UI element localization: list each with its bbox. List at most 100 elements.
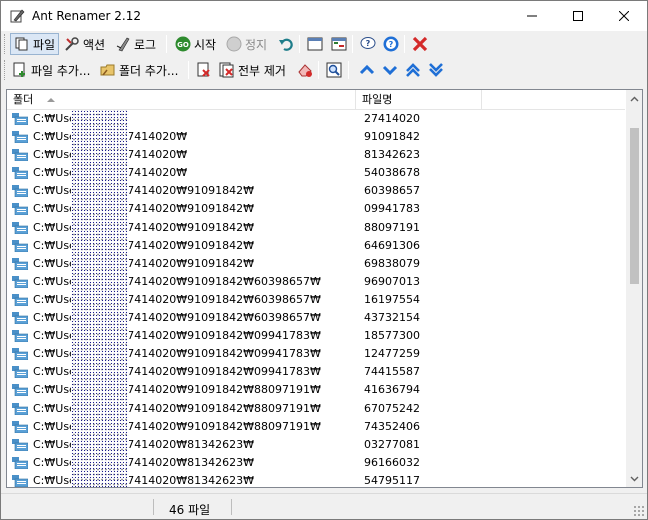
file-item-icon — [12, 384, 28, 397]
options-button[interactable] — [328, 33, 350, 55]
undo-icon — [279, 38, 293, 51]
title-bar: Ant Renamer 2.12 — [1, 1, 647, 31]
redaction-noise — [71, 110, 129, 487]
file-item-icon — [12, 402, 28, 415]
app-window: Ant Renamer 2.12 파일 액션 로그 GO 시작 정지 ? ? 파… — [0, 0, 648, 520]
tab-log[interactable]: 로그 — [112, 33, 159, 55]
folder-path: C:₩Use sktop₩27414020₩91091842₩ — [33, 238, 255, 252]
tab-actions[interactable]: 액션 — [61, 33, 108, 55]
remove-file-icon — [197, 62, 210, 77]
remove-selected-button[interactable] — [193, 59, 215, 81]
file-item-icon — [12, 348, 28, 361]
exit-x-icon — [412, 36, 428, 52]
vertical-scrollbar[interactable] — [625, 90, 642, 487]
file-item-icon — [12, 330, 28, 343]
move-bottom-button[interactable] — [425, 59, 447, 81]
maximize-icon — [573, 11, 583, 21]
file-name: 96907013 — [364, 274, 420, 288]
add-folders-label: 폴더 추가... — [119, 63, 179, 78]
help-button[interactable]: ? — [380, 33, 402, 55]
close-icon — [619, 11, 629, 21]
undo-button[interactable] — [275, 33, 297, 55]
file-item-icon — [12, 239, 28, 252]
preview-button[interactable] — [323, 59, 345, 81]
go-icon: GO — [175, 36, 191, 52]
ant-renamer-app-icon — [10, 9, 25, 23]
add-folder-icon — [100, 64, 115, 76]
file-name: 09941783 — [364, 202, 420, 216]
move-top-button[interactable] — [402, 59, 424, 81]
file-name: 96166032 — [364, 455, 420, 469]
start-button[interactable]: GO 시작 — [172, 33, 219, 55]
add-file-icon — [13, 62, 25, 77]
chevron-down-icon — [382, 65, 398, 76]
file-item-icon — [12, 293, 28, 306]
tab-actions-label: 액션 — [83, 37, 106, 52]
files-toolbar: 파일 추가... 폴더 추가... 전부 제거 — [1, 57, 647, 83]
folder-path: C:₩Use sktop₩27414020₩81342623₩ — [33, 473, 255, 487]
column-header-filename[interactable]: 파일명 — [356, 90, 482, 110]
file-name: 18577300 — [364, 329, 420, 343]
toolbar-separator — [352, 35, 353, 53]
maximize-button[interactable] — [555, 1, 601, 31]
svg-text:?: ? — [389, 40, 394, 49]
chevron-up-icon — [630, 96, 639, 101]
toolbar-grip[interactable] — [4, 34, 7, 54]
resize-grip[interactable] — [633, 505, 645, 517]
toolbar-separator — [299, 35, 300, 53]
file-name: 81342623 — [364, 148, 420, 162]
sort-ascending-icon — [47, 98, 55, 102]
file-name: 67075242 — [364, 401, 420, 415]
tab-files-label: 파일 — [33, 37, 56, 52]
file-name: 69838079 — [364, 256, 420, 270]
add-files-label: 파일 추가... — [31, 63, 91, 78]
exit-button[interactable] — [409, 33, 431, 55]
file-name: 03277081 — [364, 437, 420, 451]
file-item-icon — [12, 438, 28, 451]
tools-icon — [65, 37, 79, 51]
file-item-icon — [12, 312, 28, 325]
svg-text:GO: GO — [177, 41, 189, 49]
toolbar-grip[interactable] — [4, 60, 7, 80]
clear-list-button[interactable] — [294, 59, 316, 81]
file-name: 64691306 — [364, 238, 420, 252]
window-title: Ant Renamer 2.12 — [32, 9, 142, 23]
minimize-button[interactable] — [509, 1, 555, 31]
add-folders-button[interactable]: 폴더 추가... — [97, 59, 181, 81]
tab-files[interactable]: 파일 — [10, 33, 60, 55]
window-icon — [307, 37, 323, 51]
main-toolbar: 파일 액션 로그 GO 시작 정지 ? ? — [1, 31, 647, 57]
status-divider — [231, 499, 232, 515]
magnifier-icon — [326, 62, 342, 78]
remove-all-button[interactable]: 전부 제거 — [216, 59, 289, 81]
file-count: 46 파일 — [169, 503, 211, 517]
add-files-button[interactable]: 파일 추가... — [9, 59, 93, 81]
file-item-icon — [12, 275, 28, 288]
remove-all-icon — [219, 62, 234, 78]
scroll-down-button[interactable] — [626, 470, 642, 487]
file-item-icon — [12, 366, 28, 379]
move-down-button[interactable] — [379, 59, 401, 81]
status-bar: 46 파일 — [1, 493, 647, 519]
tips-button[interactable]: ? — [357, 33, 379, 55]
column-header-folder[interactable]: 폴더 — [7, 90, 356, 110]
file-name: 41636794 — [364, 383, 420, 397]
move-up-button[interactable] — [356, 59, 378, 81]
file-item-icon — [12, 185, 28, 198]
file-name: 91091842 — [364, 130, 420, 144]
stop-button[interactable]: 정지 — [223, 33, 270, 55]
file-name: 74352406 — [364, 419, 420, 433]
scroll-up-button[interactable] — [626, 90, 642, 107]
close-button[interactable] — [601, 1, 647, 31]
file-list[interactable]: 폴더 파일명 C:₩Use sktop₩27414020C:₩Use sktop… — [6, 89, 643, 488]
file-item-icon — [12, 203, 28, 216]
file-item-icon — [12, 113, 28, 125]
minimize-icon — [527, 15, 537, 17]
file-name: 88097191 — [364, 220, 420, 234]
window-layout-button[interactable] — [304, 33, 326, 55]
toolbar-separator — [166, 35, 167, 53]
scroll-thumb[interactable] — [630, 128, 639, 284]
folder-path: C:₩Use sktop₩27414020₩81342623₩ — [33, 437, 255, 451]
eraser-icon — [298, 64, 312, 77]
toolbar-separator — [404, 35, 405, 53]
